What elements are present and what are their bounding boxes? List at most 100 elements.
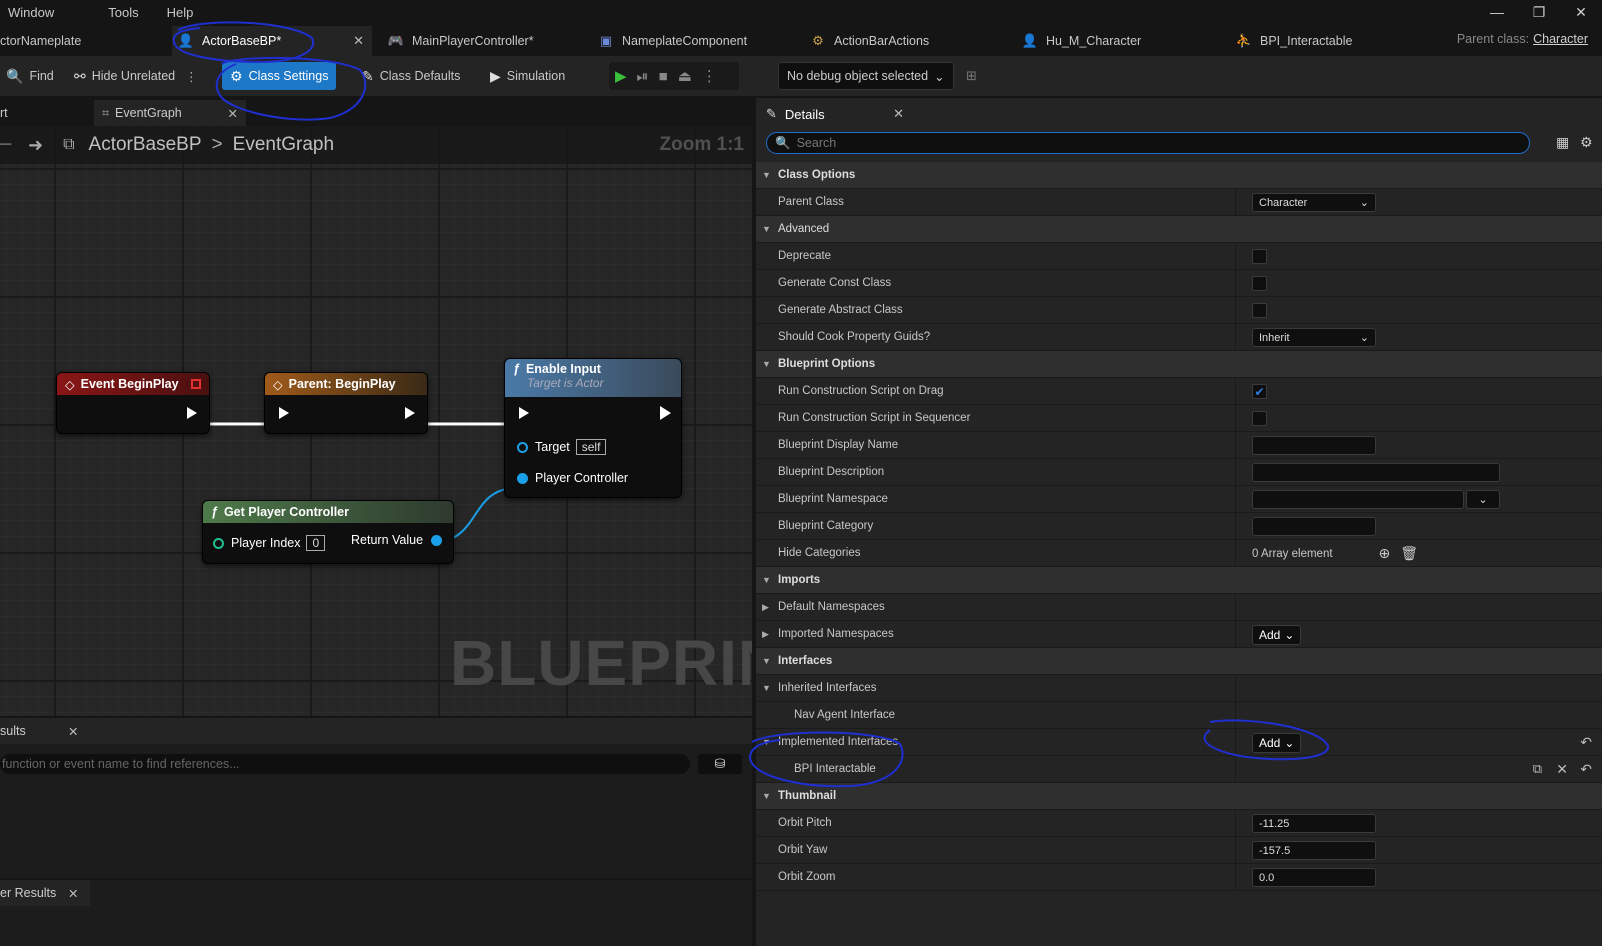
parent-class-combo[interactable]: Character ⌄ xyxy=(1252,193,1376,212)
back-arrow-icon[interactable]: ─ xyxy=(0,136,14,154)
parent-class-link[interactable]: Character xyxy=(1533,32,1588,46)
close-tab-icon[interactable]: ✕ xyxy=(68,724,78,739)
stop-icon[interactable]: ■ xyxy=(659,68,668,85)
remove-icon[interactable]: ✕ xyxy=(1556,761,1568,778)
property-implemented-interfaces[interactable]: ▼ Implemented Interfaces Add ⌄ ↶ xyxy=(756,729,1602,756)
reset-icon[interactable]: ↶ xyxy=(1580,761,1592,778)
category-advanced[interactable]: ▼ Advanced xyxy=(756,216,1602,243)
add-interface-button[interactable]: Add ⌄ xyxy=(1252,732,1302,753)
close-tab-icon[interactable]: ✕ xyxy=(353,33,364,49)
tab-nameplate-component[interactable]: ▣ NameplateComponent xyxy=(598,26,798,56)
controller-icon: 🎮 xyxy=(387,33,405,48)
pin-default-value[interactable]: 0 xyxy=(306,535,326,551)
node-get-player-controller[interactable]: ƒ Get Player Controller Player Index 0 R… xyxy=(202,500,454,564)
delegate-pin[interactable] xyxy=(191,379,201,389)
add-namespace-button[interactable]: Add ⌄ xyxy=(1252,624,1302,645)
description-input[interactable] xyxy=(1252,463,1500,482)
category-blueprint-options[interactable]: ▼ Blueprint Options xyxy=(756,351,1602,378)
pin-player-index[interactable]: Player Index 0 xyxy=(213,535,326,551)
minimize-icon[interactable]: — xyxy=(1476,0,1518,24)
node-event-begin-play[interactable]: ◇ Event BeginPlay xyxy=(56,372,210,434)
table-view-icon[interactable]: ▦ xyxy=(1556,134,1569,151)
property-inherited-interfaces[interactable]: ▼ Inherited Interfaces xyxy=(756,675,1602,702)
category-input[interactable] xyxy=(1252,517,1376,536)
property-label: Default Namespaces xyxy=(778,601,885,613)
gear-icon[interactable]: ⚙ xyxy=(1580,134,1593,151)
restore-icon[interactable]: ❐ xyxy=(1518,0,1560,24)
tab-find-results[interactable]: sults ✕ xyxy=(0,718,90,744)
class-settings-button[interactable]: ⚙ Class Settings xyxy=(222,62,337,90)
category-thumbnail[interactable]: ▼ Thumbnail xyxy=(756,783,1602,810)
tab-event-graph[interactable]: ⌗ EventGraph ✕ xyxy=(94,100,246,126)
pin-default-value[interactable]: self xyxy=(575,439,607,455)
play-icon[interactable]: ▶ xyxy=(615,67,627,85)
node-enable-input[interactable]: ƒ Enable Input Target is Actor Target sel… xyxy=(504,358,682,498)
function-icon: ƒ xyxy=(211,505,218,519)
find-button[interactable]: 🔍 Find xyxy=(6,62,54,90)
tab-hu-m-character[interactable]: 👤 Hu_M_Character xyxy=(1022,26,1202,56)
exec-out-pin[interactable] xyxy=(405,407,415,419)
tab-actor-base-bp[interactable]: 👤 ActorBaseBP* ✕ xyxy=(172,26,372,56)
deprecate-checkbox[interactable] xyxy=(1252,249,1267,264)
exec-out-pin[interactable] xyxy=(187,407,197,419)
namespace-input[interactable] xyxy=(1252,490,1464,509)
tab-bpi-interactable[interactable]: ⛹ BPI_Interactable xyxy=(1236,26,1416,56)
more-options-icon[interactable]: ⋮ xyxy=(185,69,198,84)
display-name-input[interactable] xyxy=(1252,436,1376,455)
play-options-icon[interactable]: ⋮ xyxy=(702,67,717,85)
pin-player-controller[interactable]: Player Controller xyxy=(517,471,628,485)
close-tab-icon[interactable]: ✕ xyxy=(68,886,78,901)
exec-in-pin[interactable] xyxy=(519,407,529,419)
reset-icon[interactable]: ↶ xyxy=(1580,734,1592,751)
generate-abstract-checkbox[interactable] xyxy=(1252,303,1267,318)
generate-const-checkbox[interactable] xyxy=(1252,276,1267,291)
property-default-namespaces[interactable]: ▶ Default Namespaces xyxy=(756,594,1602,621)
tab-viewport[interactable]: rt xyxy=(0,100,80,126)
chevron-down-icon: ⌄ xyxy=(1478,494,1488,506)
exec-in-pin[interactable] xyxy=(279,407,289,419)
tab-details[interactable]: ✎ Details ✕ xyxy=(756,100,916,128)
cook-guids-combo[interactable]: Inherit ⌄ xyxy=(1252,328,1376,347)
class-defaults-button[interactable]: ✎ Class Defaults xyxy=(362,62,460,90)
trash-icon[interactable]: 🗑 xyxy=(1400,545,1418,562)
tab-compiler-results[interactable]: er Results ✕ xyxy=(0,880,90,906)
tab-actor-nameplate[interactable]: ctorNameplate xyxy=(0,26,168,56)
forward-arrow-icon[interactable]: ➜ xyxy=(28,135,43,156)
category-imports[interactable]: ▼ Imports xyxy=(756,567,1602,594)
menu-tools[interactable]: Tools xyxy=(100,5,138,20)
details-search-input[interactable]: 🔍 Search xyxy=(766,132,1530,154)
eject-icon[interactable]: ⏏ xyxy=(678,67,692,85)
debug-filter-icon[interactable]: ⊞ xyxy=(966,68,977,84)
close-tab-icon[interactable]: ✕ xyxy=(893,106,904,122)
orbit-pitch-input[interactable]: -11.25 xyxy=(1252,814,1376,833)
browse-icon[interactable]: ⧉ xyxy=(1533,761,1542,777)
category-class-options[interactable]: ▼ Class Options xyxy=(756,162,1602,189)
orbit-yaw-input[interactable]: -157.5 xyxy=(1252,841,1376,860)
simulation-button[interactable]: ▶ Simulation xyxy=(490,62,565,90)
event-graph-canvas[interactable]: ─ ➜ ⧉ ActorBaseBP > EventGraph Zoom 1:1 … xyxy=(0,126,752,716)
breadcrumb-root[interactable]: ActorBaseBP xyxy=(89,134,202,156)
binoculars-icon[interactable]: ⛁ xyxy=(698,754,742,774)
menu-help[interactable]: Help xyxy=(159,5,194,20)
hide-unrelated-button[interactable]: ⚯ Hide Unrelated ⋮ xyxy=(74,62,198,90)
pin-target[interactable]: Target self xyxy=(517,439,607,455)
menu-window[interactable]: Window xyxy=(0,5,54,20)
debug-object-select[interactable]: No debug object selected ⌄ xyxy=(778,62,954,90)
find-search-input[interactable]: function or event name to find reference… xyxy=(0,754,690,774)
category-interfaces[interactable]: ▼ Interfaces xyxy=(756,648,1602,675)
run-cs-drag-checkbox[interactable]: ✔ xyxy=(1252,384,1267,399)
add-element-icon[interactable]: ⊕ xyxy=(1379,545,1391,562)
tab-main-player-controller[interactable]: 🎮 MainPlayerController* xyxy=(388,26,588,56)
namespace-dropdown[interactable]: ⌄ xyxy=(1466,490,1500,509)
close-tab-icon[interactable]: ✕ xyxy=(228,106,238,121)
run-cs-sequencer-checkbox[interactable] xyxy=(1252,411,1267,426)
pin-return-value[interactable]: Return Value xyxy=(351,533,443,547)
step-icon[interactable]: ⏯ xyxy=(637,68,649,85)
exec-out-pin[interactable] xyxy=(660,406,671,420)
tab-action-bar-actions[interactable]: ⚙ ActionBarActions xyxy=(810,26,990,56)
orbit-zoom-input[interactable]: 0.0 xyxy=(1252,868,1376,887)
property-imported-namespaces[interactable]: ▶ Imported Namespaces Add ⌄ xyxy=(756,621,1602,648)
node-parent-begin-play[interactable]: ◇ Parent: BeginPlay xyxy=(264,372,428,434)
inherited-interface-item: Nav Agent Interface xyxy=(756,702,1602,729)
close-icon[interactable]: ✕ xyxy=(1560,0,1602,24)
